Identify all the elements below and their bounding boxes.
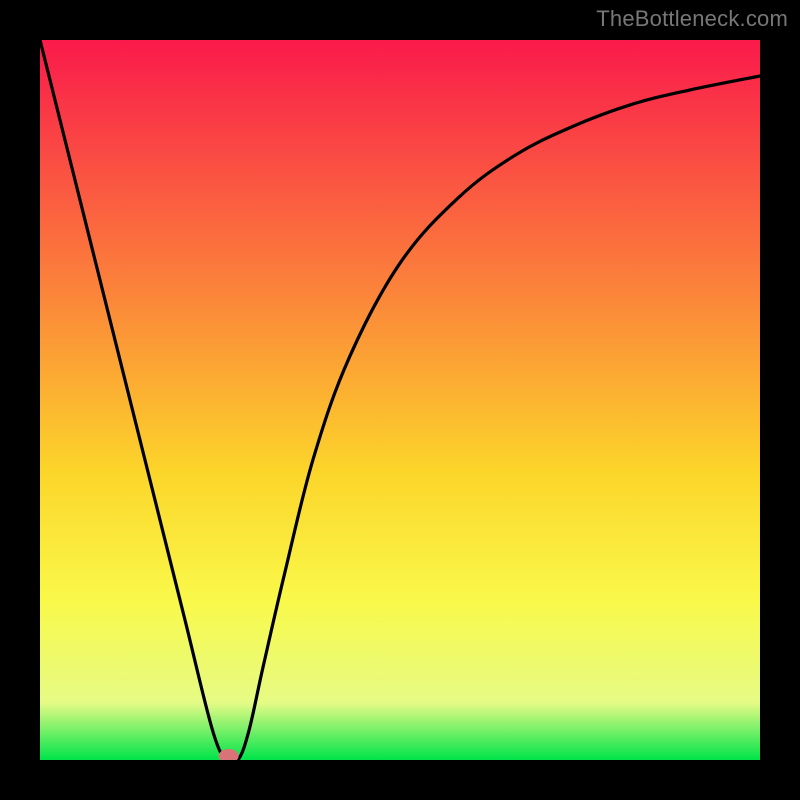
chart-frame: TheBottleneck.com bbox=[0, 0, 800, 800]
chart-background bbox=[40, 40, 760, 760]
watermark-text: TheBottleneck.com bbox=[596, 6, 788, 32]
chart-plot bbox=[40, 40, 760, 760]
